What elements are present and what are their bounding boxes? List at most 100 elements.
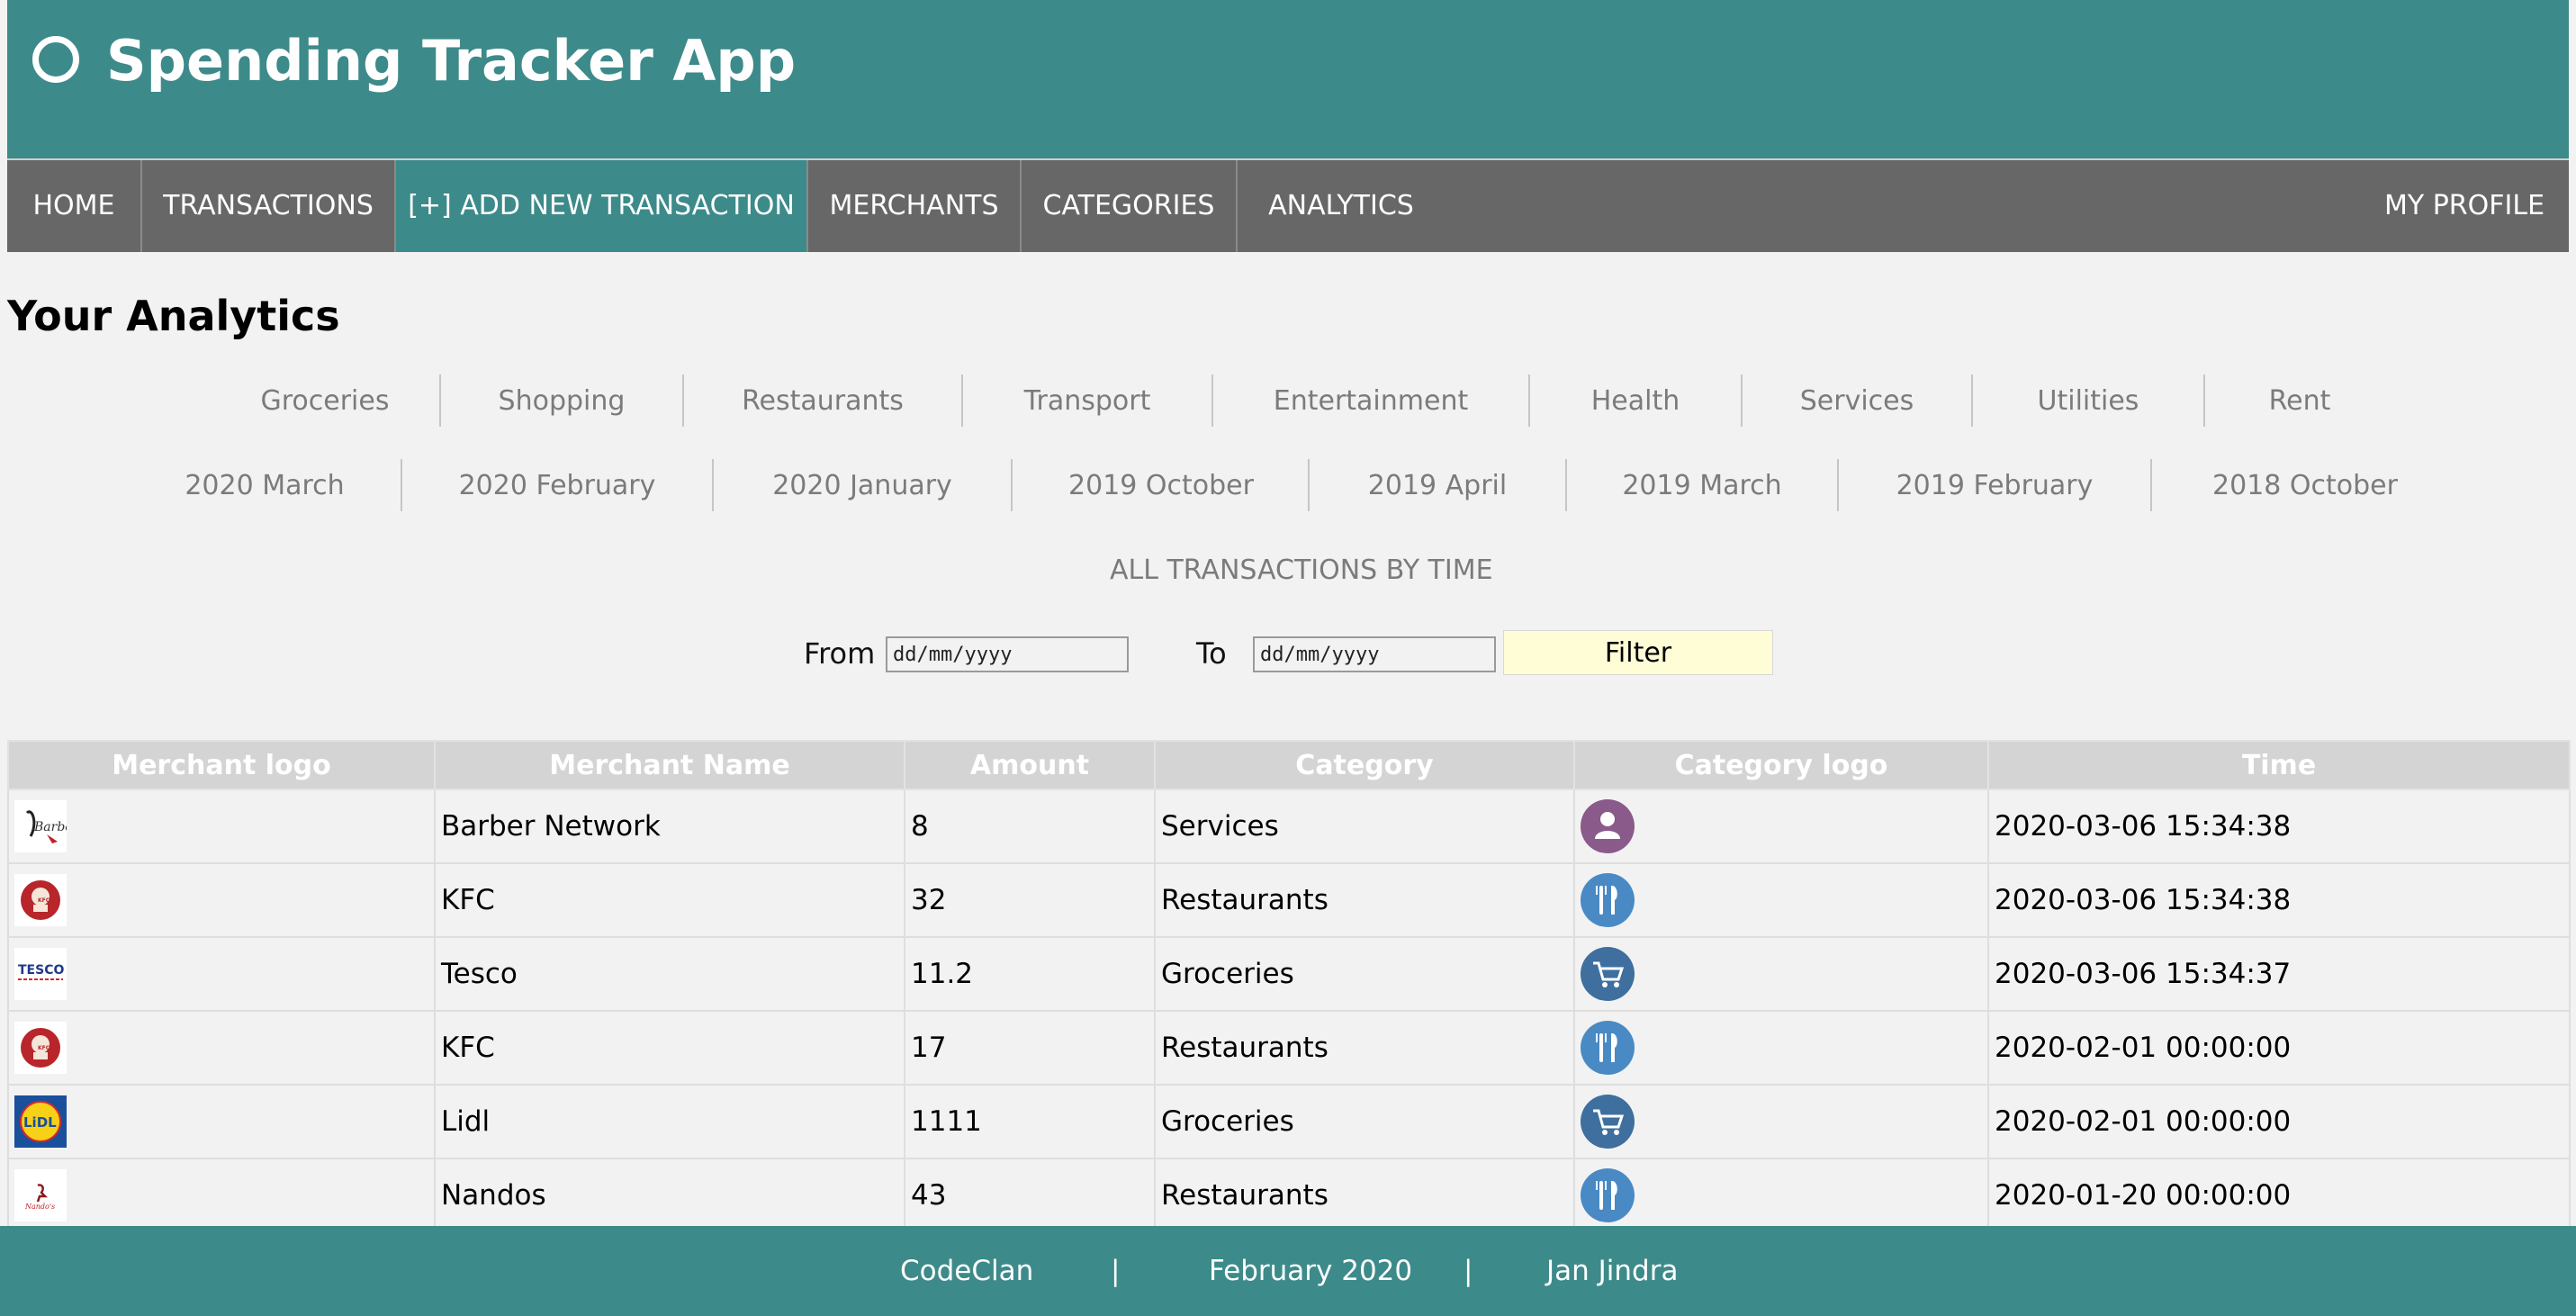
column-header-merchant-logo: Merchant logo bbox=[7, 740, 436, 790]
footer-separator: | bbox=[1111, 1255, 1121, 1287]
merchant-logo-cell: Nando's bbox=[7, 1158, 436, 1233]
category-filter-rent[interactable]: Rent bbox=[2205, 373, 2394, 430]
merchant-logo-cell: LiDL bbox=[7, 1084, 436, 1159]
svg-text:LiDL: LiDL bbox=[23, 1114, 57, 1131]
category-filter-bar: Groceries Shopping Restaurants Transport… bbox=[7, 373, 2569, 430]
time: 2020-01-20 00:00:00 bbox=[1987, 1158, 2571, 1233]
month-filter-2018-october[interactable]: 2018 October bbox=[2152, 457, 2458, 515]
category: Restaurants bbox=[1154, 1158, 1575, 1233]
transactions-table: Merchant logo Merchant Name Amount Categ… bbox=[7, 740, 2571, 1233]
nav-analytics[interactable]: ANALYTICS bbox=[1238, 160, 1445, 252]
nandos-logo: Nando's bbox=[14, 1169, 67, 1221]
footer-date: February 2020 bbox=[1209, 1255, 1413, 1287]
table-header-row: Merchant logo Merchant Name Amount Categ… bbox=[7, 740, 2571, 790]
amount: 1111 bbox=[904, 1084, 1156, 1159]
from-label: From bbox=[804, 636, 876, 671]
time: 2020-03-06 15:34:37 bbox=[1987, 936, 2571, 1012]
category-logo-cell bbox=[1573, 789, 1989, 864]
nav-my-profile[interactable]: MY PROFILE bbox=[2360, 160, 2569, 252]
category: Groceries bbox=[1154, 1084, 1575, 1159]
cutlery-icon bbox=[1581, 873, 1635, 927]
category-logo-cell bbox=[1573, 1010, 1989, 1086]
table-row: Nando's Nandos 43 Restaurants 2020-01-20… bbox=[7, 1158, 2571, 1233]
app-title[interactable]: Spending Tracker App bbox=[32, 20, 796, 103]
category-logo-cell bbox=[1573, 1084, 1989, 1159]
month-filter-2019-april[interactable]: 2019 April bbox=[1310, 457, 1565, 515]
amount: 32 bbox=[904, 862, 1156, 938]
merchant-name: KFC bbox=[434, 862, 905, 938]
tesco-logo: TESCO bbox=[14, 948, 67, 1000]
table-row: Barber Barber Network 8 Services 2020-03… bbox=[7, 789, 2571, 864]
nav-categories[interactable]: CATEGORIES bbox=[1022, 160, 1238, 252]
merchant-name: Barber Network bbox=[434, 789, 905, 864]
svg-text:Nando's: Nando's bbox=[24, 1203, 55, 1211]
kfc-logo: KFC bbox=[14, 874, 67, 926]
from-date-input[interactable] bbox=[886, 636, 1129, 672]
category-filter-restaurants[interactable]: Restaurants bbox=[684, 373, 961, 430]
main-nav: HOME TRANSACTIONS [+] ADD NEW TRANSACTIO… bbox=[7, 158, 2569, 252]
column-header-amount: Amount bbox=[904, 740, 1156, 790]
merchant-logo-cell: KFC bbox=[7, 1010, 436, 1086]
month-filter-2020-january[interactable]: 2020 January bbox=[714, 457, 1011, 515]
merchant-name: KFC bbox=[434, 1010, 905, 1086]
category-logo-cell bbox=[1573, 862, 1989, 938]
svg-text:KFC: KFC bbox=[38, 897, 50, 904]
month-filter-2019-february[interactable]: 2019 February bbox=[1839, 457, 2150, 515]
nav-merchants[interactable]: MERCHANTS bbox=[808, 160, 1022, 252]
category: Restaurants bbox=[1154, 862, 1575, 938]
column-header-category-logo: Category logo bbox=[1573, 740, 1989, 790]
category: Services bbox=[1154, 789, 1575, 864]
to-label: To bbox=[1196, 636, 1227, 671]
barber-network-logo: Barber bbox=[14, 800, 80, 852]
category-filter-services[interactable]: Services bbox=[1743, 373, 1971, 430]
amount: 43 bbox=[904, 1158, 1156, 1233]
svg-text:KFC: KFC bbox=[38, 1045, 50, 1051]
column-header-time: Time bbox=[1987, 740, 2571, 790]
ring-logo-icon bbox=[32, 35, 79, 83]
month-filter-2019-march[interactable]: 2019 March bbox=[1567, 457, 1837, 515]
lidl-logo: LiDL bbox=[14, 1095, 67, 1148]
cutlery-icon bbox=[1581, 1021, 1635, 1075]
nav-add-new-transaction[interactable]: [+] ADD NEW TRANSACTION bbox=[396, 160, 808, 252]
kfc-logo: KFC bbox=[14, 1022, 67, 1074]
nav-transactions[interactable]: TRANSACTIONS bbox=[142, 160, 396, 252]
nav-home[interactable]: HOME bbox=[7, 160, 142, 252]
merchant-logo-cell: Barber bbox=[7, 789, 436, 864]
month-filter-2019-october[interactable]: 2019 October bbox=[1013, 457, 1310, 515]
shopping-cart-icon bbox=[1581, 947, 1635, 1001]
category-filter-shopping[interactable]: Shopping bbox=[441, 373, 682, 430]
filter-button[interactable]: Filter bbox=[1503, 630, 1773, 675]
merchant-name: Nandos bbox=[434, 1158, 905, 1233]
merchant-name: Lidl bbox=[434, 1084, 905, 1159]
category-filter-health[interactable]: Health bbox=[1530, 373, 1741, 430]
merchant-name: Tesco bbox=[434, 936, 905, 1012]
category: Groceries bbox=[1154, 936, 1575, 1012]
all-transactions-by-time-link[interactable]: ALL TRANSACTIONS BY TIME bbox=[1110, 551, 1493, 590]
merchant-logo-cell: KFC bbox=[7, 862, 436, 938]
app-title-text: Spending Tracker App bbox=[106, 28, 797, 94]
category-filter-entertainment[interactable]: Entertainment bbox=[1213, 373, 1528, 430]
month-filter-bar: 2020 March 2020 February 2020 January 20… bbox=[7, 457, 2569, 515]
merchant-logo-cell: TESCO bbox=[7, 936, 436, 1012]
time: 2020-03-06 15:34:38 bbox=[1987, 862, 2571, 938]
amount: 17 bbox=[904, 1010, 1156, 1086]
amount: 8 bbox=[904, 789, 1156, 864]
category-filter-transport[interactable]: Transport bbox=[963, 373, 1211, 430]
category: Restaurants bbox=[1154, 1010, 1575, 1086]
app-header: Spending Tracker App bbox=[7, 0, 2569, 158]
svg-text:TESCO: TESCO bbox=[18, 963, 64, 978]
category-logo-cell bbox=[1573, 1158, 1989, 1233]
shopping-cart-icon bbox=[1581, 1095, 1635, 1149]
table-row: TESCO Tesco 11.2 Groceries 2020-03-06 15… bbox=[7, 936, 2571, 1012]
cutlery-icon bbox=[1581, 1168, 1635, 1222]
month-filter-2020-february[interactable]: 2020 February bbox=[402, 457, 712, 515]
time: 2020-03-06 15:34:38 bbox=[1987, 789, 2571, 864]
table-row: KFC KFC 17 Restaurants 2020-02-01 00:00:… bbox=[7, 1010, 2571, 1086]
category-filter-groceries[interactable]: Groceries bbox=[199, 373, 451, 430]
page-title: Your Analytics bbox=[7, 292, 340, 340]
column-header-category: Category bbox=[1154, 740, 1575, 790]
category-filter-utilities[interactable]: Utilities bbox=[1973, 373, 2203, 430]
month-filter-2020-march[interactable]: 2020 March bbox=[129, 457, 401, 515]
to-date-input[interactable] bbox=[1253, 636, 1496, 672]
svg-text:Barber: Barber bbox=[33, 820, 67, 834]
